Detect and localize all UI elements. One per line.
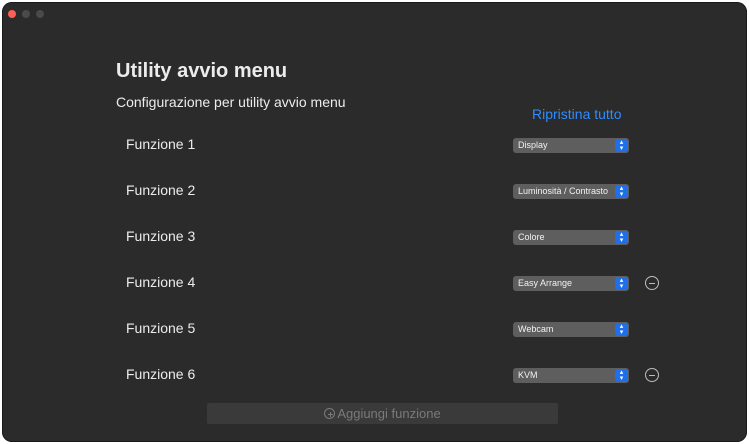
- zoom-window-button[interactable]: [36, 10, 44, 18]
- select-value: Luminosità / Contrasto: [518, 186, 609, 196]
- section-subtitle: Configurazione per utility avvio menu: [116, 94, 346, 110]
- chevron-updown-icon: ▴ ▾: [615, 323, 628, 336]
- function-row-4: Funzione 4 Easy Arrange ▴ ▾: [126, 272, 666, 294]
- function-row-6: Funzione 6 KVM ▴ ▾: [126, 364, 666, 386]
- select-value: Colore: [518, 232, 545, 242]
- function-label: Funzione 1: [126, 136, 196, 152]
- select-value: Webcam: [518, 324, 554, 334]
- chevron-updown-icon: ▴ ▾: [615, 139, 628, 152]
- function-row-2: Funzione 2 Luminosità / Contrasto ▴ ▾: [126, 180, 666, 202]
- function-select[interactable]: KVM ▴ ▾: [513, 368, 629, 383]
- add-function-button[interactable]: Aggiungi funzione: [207, 403, 558, 424]
- function-select[interactable]: Luminosità / Contrasto ▴ ▾: [513, 184, 629, 199]
- chevron-updown-icon: ▴ ▾: [615, 369, 628, 382]
- page-title: Utility avvio menu: [116, 60, 288, 82]
- function-select[interactable]: Display ▴ ▾: [513, 138, 629, 153]
- function-label: Funzione 5: [126, 320, 196, 336]
- minus-circle-icon[interactable]: [645, 368, 659, 382]
- app-window: Utility avvio menu Configurazione per ut…: [2, 2, 747, 442]
- function-select[interactable]: Webcam ▴ ▾: [513, 322, 629, 337]
- function-row-5: Funzione 5 Webcam ▴ ▾: [126, 318, 666, 340]
- reset-all-link[interactable]: Ripristina tutto: [532, 106, 621, 122]
- function-select[interactable]: Colore ▴ ▾: [513, 230, 629, 245]
- chevron-updown-icon: ▴ ▾: [615, 277, 628, 290]
- add-function-label: Aggiungi funzione: [337, 406, 441, 421]
- function-label: Funzione 3: [126, 228, 196, 244]
- function-row-1: Funzione 1 Display ▴ ▾: [126, 134, 666, 156]
- function-row-3: Funzione 3 Colore ▴ ▾: [126, 226, 666, 248]
- chevron-updown-icon: ▴ ▾: [615, 185, 628, 198]
- chevron-updown-icon: ▴ ▾: [615, 231, 628, 244]
- select-value: KVM: [518, 370, 538, 380]
- select-value: Easy Arrange: [518, 278, 573, 288]
- minus-circle-icon[interactable]: [645, 276, 659, 290]
- close-window-button[interactable]: [8, 10, 16, 18]
- select-value: Display: [518, 140, 548, 150]
- plus-circle-icon: [324, 408, 336, 419]
- function-label: Funzione 4: [126, 274, 196, 290]
- function-label: Funzione 2: [126, 182, 196, 198]
- function-label: Funzione 6: [126, 366, 196, 382]
- function-select[interactable]: Easy Arrange ▴ ▾: [513, 276, 629, 291]
- window-controls: [8, 10, 44, 18]
- minimize-window-button[interactable]: [22, 10, 30, 18]
